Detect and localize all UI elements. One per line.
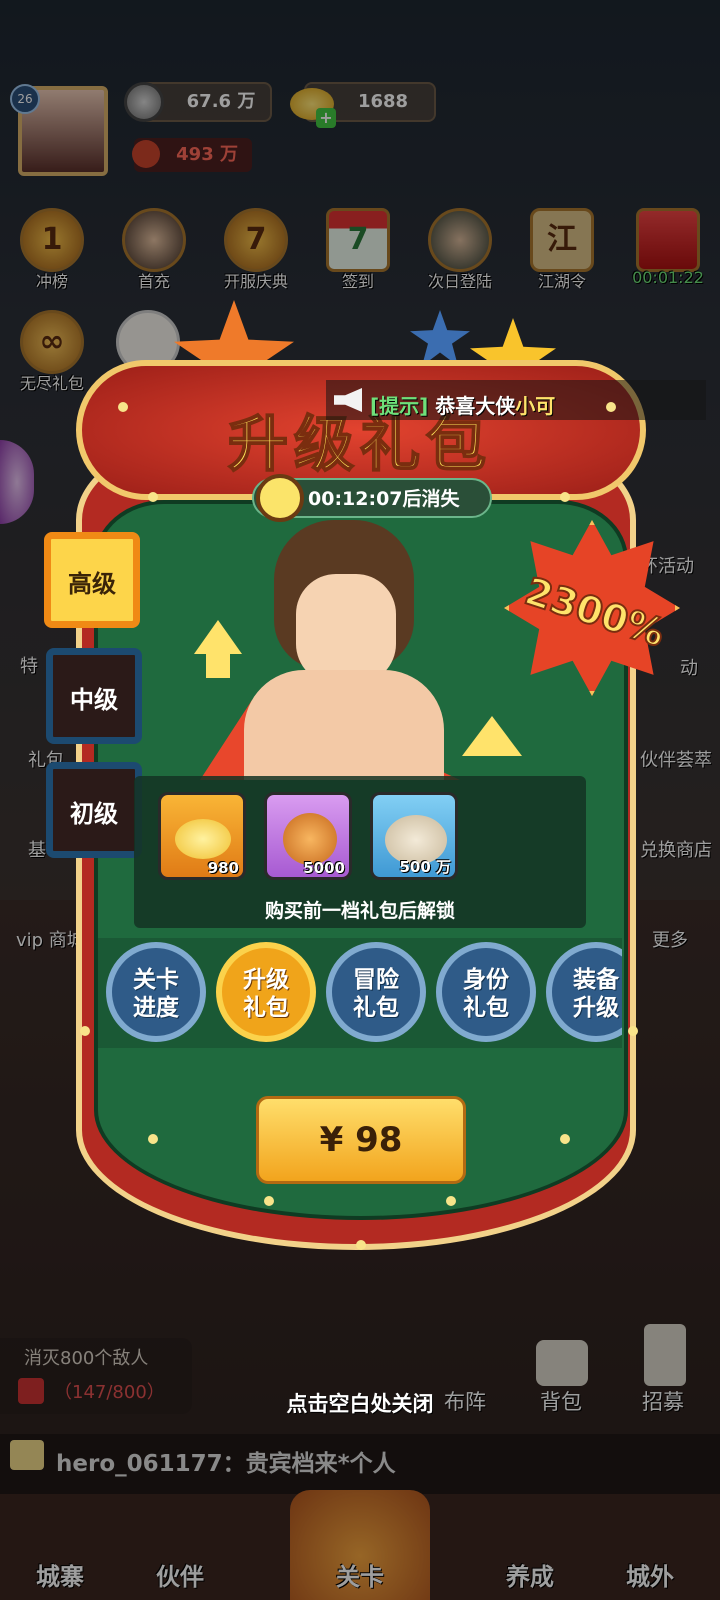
buy-button[interactable]: ¥ 98 [256,1096,466,1184]
gift-type-tabs: 关卡 进度 升级 礼包 冒险 礼包 身份 礼包 装备 升级 [98,938,622,1048]
tab-adventure-gift[interactable]: 冒险 礼包 [326,942,426,1042]
stopwatch-icon [256,474,304,522]
frame-light [446,1196,456,1206]
timer-text: 00:12:07后消失 [308,488,460,510]
frame-light [356,1240,366,1250]
upgrade-arrow-icon [206,652,230,678]
hero-character-art [214,520,484,780]
frame-light [148,1134,158,1144]
frame-light [148,492,158,502]
tier-tab-beginner[interactable]: 初级 [46,762,142,858]
tab-equipment-upgrade[interactable]: 装备 升级 [546,942,622,1042]
frame-light [560,1134,570,1144]
frame-light [264,1196,274,1206]
frame-light [118,402,128,412]
frame-light [628,1026,638,1036]
reward-item-gold[interactable]: 980 [158,792,246,880]
tab-identity-gift[interactable]: 身份 礼包 [436,942,536,1042]
chicken-leg-icon [283,813,337,865]
hero-face [296,574,396,684]
tab-upgrade-gift[interactable]: 升级 礼包 [216,942,316,1042]
tier-tab-advanced[interactable]: 高级 [44,532,140,628]
upgrade-arrow-icon [462,716,522,756]
upgrade-arrow-icon [194,620,242,654]
notice-text: [提示] 恭喜大侠小可 [370,394,556,418]
frame-light [606,402,616,412]
unlock-hint: 购买前一档礼包后解锁 [264,900,455,922]
reward-item-exp[interactable]: 500 万 [370,792,458,880]
frame-light [560,492,570,502]
tier-tab-intermediate[interactable]: 中级 [46,648,142,744]
hero-torso [244,670,444,780]
close-hint: 点击空白处关闭 [286,1392,434,1416]
tab-stage-progress[interactable]: 关卡 进度 [106,942,206,1042]
reward-item-chicken[interactable]: 5000 [264,792,352,880]
frame-light [80,1026,90,1036]
gold-ingot-icon [175,819,231,859]
